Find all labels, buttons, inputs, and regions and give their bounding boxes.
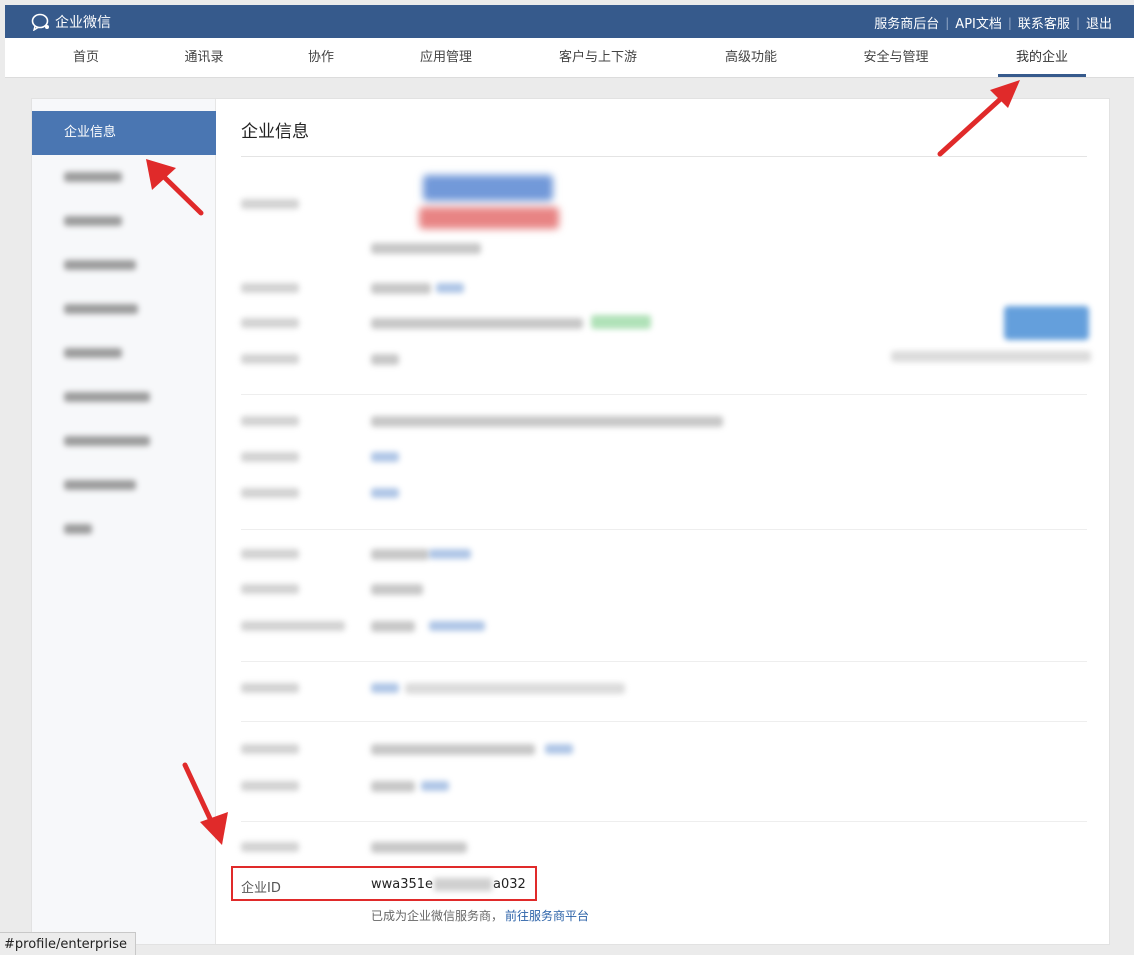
blurred-label <box>241 283 299 293</box>
blurred-label <box>241 584 299 594</box>
sidebar-item-blurred[interactable] <box>32 375 216 419</box>
corp-id-label: 企业ID <box>241 881 281 896</box>
blurred-label <box>241 318 299 328</box>
sidebar-item-blurred[interactable] <box>32 507 216 551</box>
corp-id-value[interactable]: wwa351e a032 <box>371 877 526 892</box>
wework-logo-icon <box>31 13 49 31</box>
sidebar: 企业信息 <box>32 99 216 944</box>
sidebar-item-blurred[interactable] <box>32 463 216 507</box>
blurred-label <box>241 199 299 209</box>
blurred-action-button[interactable] <box>1004 306 1089 340</box>
page-title: 企业信息 <box>241 122 309 142</box>
corp-id-mask <box>434 878 493 891</box>
blurred-link[interactable] <box>436 283 464 293</box>
blurred-label <box>241 781 299 791</box>
nav-advanced[interactable]: 高级功能 <box>725 38 777 78</box>
blurred-value <box>371 243 481 254</box>
blurred-value <box>371 842 467 853</box>
blurred-label <box>241 621 345 631</box>
sidebar-item-blurred[interactable] <box>32 331 216 375</box>
nav-contacts[interactable]: 通讯录 <box>184 38 223 78</box>
blurred-link[interactable] <box>429 549 471 559</box>
nav-customers[interactable]: 客户与上下游 <box>559 38 637 78</box>
nav-security[interactable]: 安全与管理 <box>863 38 928 78</box>
top-bar: 企业微信 服务商后台 | API文档 | 联系客服 | 退出 <box>5 5 1134 38</box>
blurred-value <box>371 416 723 427</box>
main-panel: 企业信息 企业信息 企业ID wwa351e a032 已成为企业微信服务商， … <box>31 98 1110 945</box>
main-nav: 首页 通讯录 协作 应用管理 客户与上下游 高级功能 安全与管理 我的企业 <box>5 38 1134 78</box>
nav-my-enterprise[interactable]: 我的企业 <box>1016 38 1068 78</box>
blurred-value <box>371 318 583 329</box>
provider-platform-link[interactable]: 前往服务商平台 <box>505 909 589 923</box>
blurred-label <box>241 744 299 754</box>
verified-badge <box>591 315 651 329</box>
title-divider <box>241 156 1087 157</box>
blurred-value <box>371 549 429 560</box>
blurred-link[interactable] <box>421 781 449 791</box>
nav-collaboration[interactable]: 协作 <box>308 38 334 78</box>
blurred-value <box>371 621 415 632</box>
blurred-value <box>371 283 431 294</box>
corp-id-prefix: wwa351e <box>371 877 434 892</box>
enterprise-logo[interactable] <box>419 175 559 235</box>
blurred-note <box>891 351 1091 362</box>
blurred-label <box>241 842 299 852</box>
app-name: 企业微信 <box>55 15 111 31</box>
blurred-link[interactable] <box>371 683 399 693</box>
sidebar-item-blurred[interactable] <box>32 155 216 199</box>
blurred-label <box>241 683 299 693</box>
nav-active-indicator <box>998 74 1086 77</box>
contact-support-link[interactable]: 联系客服 <box>1018 13 1070 32</box>
app-logo[interactable]: 企业微信 <box>31 12 111 32</box>
api-docs-link[interactable]: API文档 <box>955 13 1002 32</box>
sidebar-item-blurred[interactable] <box>32 199 216 243</box>
blurred-label <box>241 416 299 426</box>
blurred-value <box>371 781 415 792</box>
sidebar-item-blurred[interactable] <box>32 287 216 331</box>
blurred-link[interactable] <box>371 452 399 462</box>
blurred-value <box>405 683 625 694</box>
sidebar-item-blurred[interactable] <box>32 419 216 463</box>
service-provider-link[interactable]: 服务商后台 <box>874 13 939 32</box>
blurred-link[interactable] <box>545 744 573 754</box>
blurred-label <box>241 488 299 498</box>
corp-id-suffix: a032 <box>493 877 526 892</box>
blurred-link[interactable] <box>371 488 399 498</box>
top-links: 服务商后台 | API文档 | 联系客服 | 退出 <box>874 13 1112 33</box>
blurred-label <box>241 549 299 559</box>
blurred-value <box>371 584 423 595</box>
nav-app-management[interactable]: 应用管理 <box>420 38 472 78</box>
nav-home[interactable]: 首页 <box>73 38 99 78</box>
blurred-label <box>241 354 299 364</box>
provider-note: 已成为企业微信服务商， 前往服务商平台 <box>371 907 589 924</box>
provider-text: 已成为企业微信服务商， <box>371 909 504 923</box>
sidebar-item-enterprise-info[interactable]: 企业信息 <box>32 111 216 155</box>
blurred-link[interactable] <box>429 621 485 631</box>
blurred-label <box>241 452 299 462</box>
status-bar-url: #profile/enterprise <box>0 932 136 955</box>
blurred-value <box>371 744 535 755</box>
logout-link[interactable]: 退出 <box>1086 13 1112 32</box>
blurred-value <box>371 354 399 365</box>
sidebar-item-blurred[interactable] <box>32 243 216 287</box>
